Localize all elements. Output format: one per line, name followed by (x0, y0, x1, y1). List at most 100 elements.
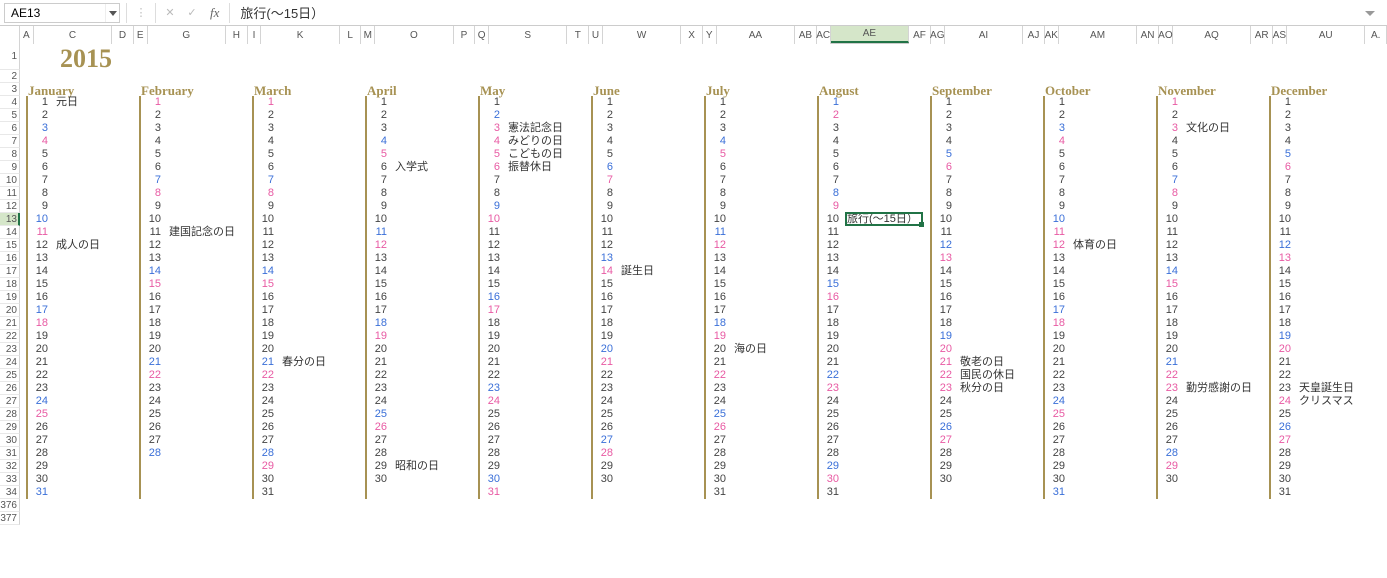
day-number[interactable]: 3 (706, 122, 730, 135)
event-label[interactable]: 国民の休日 (960, 369, 1015, 382)
day-number[interactable]: 30 (480, 473, 504, 486)
day-number[interactable]: 18 (1271, 317, 1295, 330)
day-number[interactable]: 4 (480, 135, 504, 148)
day-number[interactable]: 12 (254, 239, 278, 252)
day-number[interactable]: 13 (1271, 252, 1295, 265)
day-number[interactable]: 20 (1158, 343, 1182, 356)
day-number[interactable]: 16 (1158, 291, 1182, 304)
day-number[interactable]: 15 (367, 278, 391, 291)
day-number[interactable]: 19 (1158, 330, 1182, 343)
day-number[interactable]: 26 (706, 421, 730, 434)
day-number[interactable]: 22 (367, 369, 391, 382)
day-number[interactable]: 12 (1158, 239, 1182, 252)
day-number[interactable]: 26 (480, 421, 504, 434)
day-number[interactable]: 29 (593, 460, 617, 473)
day-number[interactable]: 27 (706, 434, 730, 447)
day-number[interactable]: 17 (367, 304, 391, 317)
select-all-corner[interactable] (0, 26, 20, 44)
day-number[interactable]: 10 (819, 213, 843, 226)
day-number[interactable]: 10 (1158, 213, 1182, 226)
day-number[interactable]: 6 (141, 161, 165, 174)
day-number[interactable]: 23 (254, 382, 278, 395)
day-number[interactable]: 17 (1271, 304, 1295, 317)
day-number[interactable]: 4 (593, 135, 617, 148)
column-header[interactable]: AS (1273, 26, 1287, 44)
day-number[interactable]: 29 (706, 460, 730, 473)
day-number[interactable]: 24 (1045, 395, 1069, 408)
day-number[interactable]: 19 (254, 330, 278, 343)
row-header[interactable]: 2 (0, 70, 20, 83)
day-number[interactable]: 7 (706, 174, 730, 187)
day-number[interactable]: 13 (819, 252, 843, 265)
row-header[interactable]: 32 (0, 460, 20, 473)
day-number[interactable]: 2 (367, 109, 391, 122)
column-header[interactable]: AK (1045, 26, 1059, 44)
day-number[interactable]: 6 (706, 161, 730, 174)
day-number[interactable]: 7 (254, 174, 278, 187)
day-number[interactable]: 26 (593, 421, 617, 434)
day-number[interactable]: 26 (367, 421, 391, 434)
day-number[interactable]: 18 (819, 317, 843, 330)
day-number[interactable]: 28 (932, 447, 956, 460)
day-number[interactable]: 10 (367, 213, 391, 226)
day-number[interactable]: 21 (480, 356, 504, 369)
day-number[interactable]: 17 (254, 304, 278, 317)
day-number[interactable]: 17 (932, 304, 956, 317)
day-number[interactable]: 31 (480, 486, 504, 499)
day-number[interactable]: 6 (28, 161, 52, 174)
day-number[interactable]: 18 (1045, 317, 1069, 330)
day-number[interactable]: 9 (1158, 200, 1182, 213)
day-number[interactable]: 12 (932, 239, 956, 252)
day-number[interactable]: 4 (932, 135, 956, 148)
day-number[interactable]: 19 (1045, 330, 1069, 343)
day-number[interactable]: 21 (593, 356, 617, 369)
day-number[interactable]: 18 (141, 317, 165, 330)
day-number[interactable]: 8 (254, 187, 278, 200)
column-header[interactable]: C (34, 26, 112, 44)
day-number[interactable]: 10 (1271, 213, 1295, 226)
column-header[interactable]: U (589, 26, 603, 44)
day-number[interactable]: 24 (254, 395, 278, 408)
day-number[interactable]: 25 (1045, 408, 1069, 421)
day-number[interactable]: 7 (1045, 174, 1069, 187)
day-number[interactable]: 25 (819, 408, 843, 421)
day-number[interactable]: 16 (932, 291, 956, 304)
day-number[interactable]: 2 (480, 109, 504, 122)
day-number[interactable]: 26 (141, 421, 165, 434)
day-number[interactable]: 8 (141, 187, 165, 200)
day-number[interactable]: 27 (1271, 434, 1295, 447)
day-number[interactable]: 19 (819, 330, 843, 343)
day-number[interactable]: 24 (141, 395, 165, 408)
day-number[interactable]: 23 (367, 382, 391, 395)
day-number[interactable]: 12 (28, 239, 52, 252)
column-header[interactable]: A (20, 26, 34, 44)
day-number[interactable]: 30 (1045, 473, 1069, 486)
day-number[interactable]: 19 (141, 330, 165, 343)
day-number[interactable]: 12 (819, 239, 843, 252)
day-number[interactable]: 13 (254, 252, 278, 265)
day-number[interactable]: 14 (1045, 265, 1069, 278)
day-number[interactable]: 11 (1271, 226, 1295, 239)
day-number[interactable]: 31 (819, 486, 843, 499)
day-number[interactable]: 11 (28, 226, 52, 239)
day-number[interactable]: 10 (141, 213, 165, 226)
column-header[interactable]: I (248, 26, 262, 44)
day-number[interactable]: 16 (367, 291, 391, 304)
day-number[interactable]: 31 (706, 486, 730, 499)
day-number[interactable]: 27 (1158, 434, 1182, 447)
day-number[interactable]: 16 (254, 291, 278, 304)
column-header[interactable]: H (226, 26, 248, 44)
day-number[interactable]: 9 (932, 200, 956, 213)
day-number[interactable]: 24 (480, 395, 504, 408)
day-number[interactable]: 7 (28, 174, 52, 187)
day-number[interactable]: 23 (819, 382, 843, 395)
day-number[interactable]: 10 (254, 213, 278, 226)
event-label[interactable]: こどもの日 (508, 148, 563, 161)
event-label[interactable]: 秋分の日 (960, 382, 1004, 395)
row-header[interactable]: 26 (0, 382, 20, 395)
day-number[interactable]: 21 (706, 356, 730, 369)
column-header[interactable]: P (454, 26, 476, 44)
day-number[interactable]: 16 (480, 291, 504, 304)
day-number[interactable]: 15 (28, 278, 52, 291)
day-number[interactable]: 17 (819, 304, 843, 317)
